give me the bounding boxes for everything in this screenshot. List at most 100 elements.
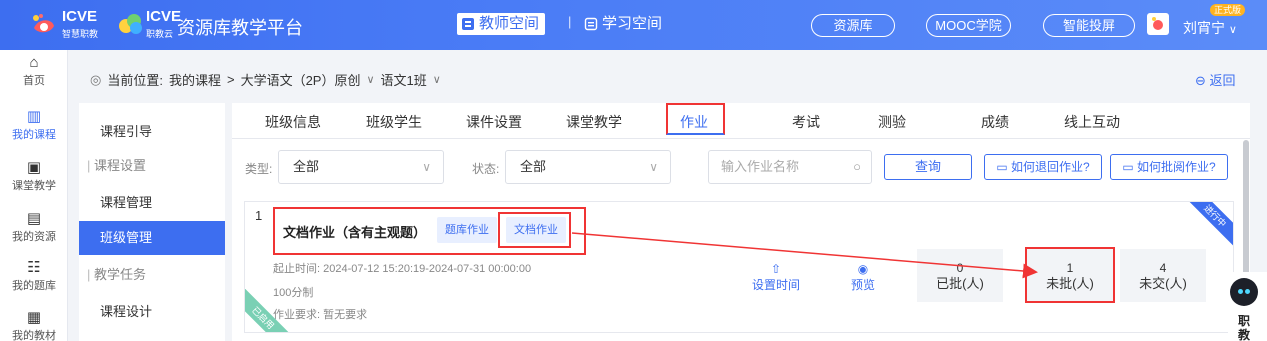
teacher-space-button[interactable]: 教师空间 <box>457 13 546 35</box>
search-icon[interactable]: ○ <box>853 151 861 183</box>
user-menu[interactable]: 刘宵宁 ∨ <box>1183 18 1237 38</box>
teacher-space-label: 教师空间 <box>479 15 540 32</box>
stat-reviewed-label: 已批(人) <box>936 276 984 291</box>
help-return-button[interactable]: ▭ 如何退回作业? <box>984 154 1102 180</box>
brand2-sub: 职教云 <box>146 29 174 39</box>
homework-search-input[interactable]: 输入作业名称 ○ <box>708 150 872 184</box>
set-time-label: 设置时间 <box>752 278 801 292</box>
study-space-button[interactable]: 学习空间 <box>584 13 662 35</box>
page-scrollbar[interactable] <box>1243 140 1249 290</box>
menu-group-course-settings: 课程设置 <box>79 149 225 183</box>
study-space-label: 学习空间 <box>602 15 663 32</box>
status-filter-label: 状态: <box>472 162 500 176</box>
set-time-button[interactable]: ⇧ 设置时间 <box>752 262 800 293</box>
stat-not-submitted[interactable]: 4 未交(人) <box>1120 249 1206 302</box>
back-icon: ⊖ <box>1195 73 1206 88</box>
tab-exams[interactable]: 考试 <box>792 112 820 132</box>
type-filter-label: 类型: <box>245 162 273 176</box>
query-button[interactable]: 查询 <box>884 154 972 180</box>
type-select[interactable]: 全部 ∨ <box>278 150 444 184</box>
tab-classroom-teaching[interactable]: 课堂教学 <box>566 112 622 132</box>
status-select[interactable]: 全部 ∨ <box>505 150 671 184</box>
breadcrumb-prefix: 当前位置: <box>107 73 163 88</box>
back-label: 返回 <box>1209 73 1236 88</box>
menu-course-guide[interactable]: 课程引导 <box>79 115 225 149</box>
tag-question-bank: 题库作业 <box>437 217 497 243</box>
tag-highlight-box <box>498 212 571 248</box>
nav-home-label: 首页 <box>23 75 45 87</box>
breadcrumb-separator: > <box>226 72 235 87</box>
tab-homework[interactable]: 作业 <box>680 112 708 132</box>
breadcrumb: ◎ 当前位置: 我的课程 > 大学语文（2P）原创 ∨ 语文1班 ∨ <box>90 70 441 89</box>
video-icon: ▭ <box>996 160 1008 174</box>
header-separator: | <box>568 14 572 29</box>
user-name: 刘宵宁 <box>1183 20 1225 36</box>
main-panel: 班级信息 班级学生 课件设置 课堂教学 作业 考试 测验 成绩 线上互动 类型:… <box>232 103 1250 341</box>
unreviewed-highlight-box <box>1025 247 1115 303</box>
back-button[interactable]: ⊖ 返回 <box>1195 70 1236 89</box>
tab-class-students[interactable]: 班级学生 <box>366 112 422 132</box>
status-ribbon: 进行中 <box>1181 202 1233 250</box>
stat-not-submitted-label: 未交(人) <box>1139 276 1187 291</box>
home-icon: ⌂ <box>29 54 39 71</box>
nav-question-bank[interactable]: ☷ 我的题库 <box>0 260 68 293</box>
tab-grades[interactable]: 成绩 <box>981 112 1009 132</box>
menu-course-management[interactable]: 课程管理 <box>79 186 225 220</box>
resource-library-button[interactable]: 资源库 <box>811 14 895 37</box>
brand1-name: ICVE <box>62 8 98 25</box>
icve-logo-icon <box>33 14 54 33</box>
stat-not-submitted-count: 4 <box>1159 261 1167 275</box>
cloud-logo-icon <box>119 14 142 34</box>
assignment-index: 1 <box>255 208 263 223</box>
assignment-title[interactable]: 文档作业（含有主观题） <box>283 222 426 241</box>
app-logo-icon[interactable] <box>1147 13 1169 35</box>
assignment-score-system: 100分制 <box>273 287 314 299</box>
mooc-button[interactable]: MOOC学院 <box>926 14 1011 37</box>
breadcrumb-my-courses[interactable]: 我的课程 <box>169 70 221 89</box>
help-review-label: 如何批阅作业? <box>1137 160 1216 174</box>
nav-my-courses-label: 我的课程 <box>12 129 56 141</box>
nav-textbooks[interactable]: ▦ 我的教材 <box>0 310 68 341</box>
assignment-time: 起止时间: 2024-07-12 15:20:19-2024-07-31 00:… <box>273 263 532 275</box>
nav-my-resources-label: 我的资源 <box>12 231 56 243</box>
location-icon: ◎ <box>90 71 102 87</box>
tab-class-info[interactable]: 班级信息 <box>265 112 321 132</box>
assistant-widget[interactable]: 职教 <box>1228 272 1267 341</box>
chevron-down-icon: ∨ <box>1228 24 1237 36</box>
left-nav: ⌂ 首页 ▥ 我的课程 ▣ 课堂教学 ▤ 我的资源 ☷ 我的题库 ▦ 我的教材 <box>0 50 68 341</box>
menu-course-design[interactable]: 课程设计 <box>79 295 225 329</box>
smart-cast-button[interactable]: 智能投屏 <box>1043 14 1135 37</box>
brand2-name: ICVE <box>146 8 182 25</box>
question-bank-icon: ☷ <box>27 259 41 276</box>
tab-online-interaction[interactable]: 线上互动 <box>1064 112 1120 132</box>
resource-icon: ▤ <box>26 210 42 227</box>
breadcrumb-class[interactable]: 语文1班 <box>381 70 427 89</box>
nav-classroom[interactable]: ▣ 课堂教学 <box>0 160 68 193</box>
course-menu: 课程引导 课程设置 课程管理 班级管理 教学任务 课程设计 <box>79 103 225 341</box>
help-review-button[interactable]: ▭ 如何批阅作业? <box>1110 154 1228 180</box>
tab-quizzes[interactable]: 测验 <box>878 112 906 132</box>
menu-class-management[interactable]: 班级管理 <box>79 221 225 255</box>
tab-courseware-settings[interactable]: 课件设置 <box>466 112 522 132</box>
book-icon: ▥ <box>26 108 42 125</box>
teacher-icon <box>462 18 474 30</box>
assignment-requirement: 作业要求: 暂无要求 <box>273 309 368 321</box>
status-select-value: 全部 <box>520 159 547 174</box>
preview-label: 预览 <box>851 278 876 292</box>
assistant-label: 职教 <box>1238 314 1251 341</box>
assignment-card[interactable]: 1 文档作业（含有主观题） 题库作业 文档作业 起止时间: 2024-07-12… <box>244 201 1234 333</box>
chevron-down-icon: ∨ <box>649 160 658 174</box>
textbook-icon: ▦ <box>26 309 42 326</box>
stat-reviewed[interactable]: 0 已批(人) <box>917 249 1003 302</box>
chevron-down-icon[interactable]: ∨ <box>433 73 441 86</box>
nav-my-resources[interactable]: ▤ 我的资源 <box>0 211 68 244</box>
nav-question-bank-label: 我的题库 <box>12 280 56 292</box>
preview-button[interactable]: ◉ 预览 <box>851 262 875 293</box>
nav-classroom-label: 课堂教学 <box>12 180 56 192</box>
breadcrumb-course[interactable]: 大学语文（2P）原创 <box>241 70 361 89</box>
nav-my-courses[interactable]: ▥ 我的课程 <box>0 109 68 142</box>
brand1-sub: 智慧职教 <box>62 29 99 39</box>
chevron-down-icon[interactable]: ∨ <box>366 73 374 86</box>
user-role-badge: 正式版 <box>1210 4 1246 16</box>
nav-home[interactable]: ⌂ 首页 <box>0 55 68 88</box>
